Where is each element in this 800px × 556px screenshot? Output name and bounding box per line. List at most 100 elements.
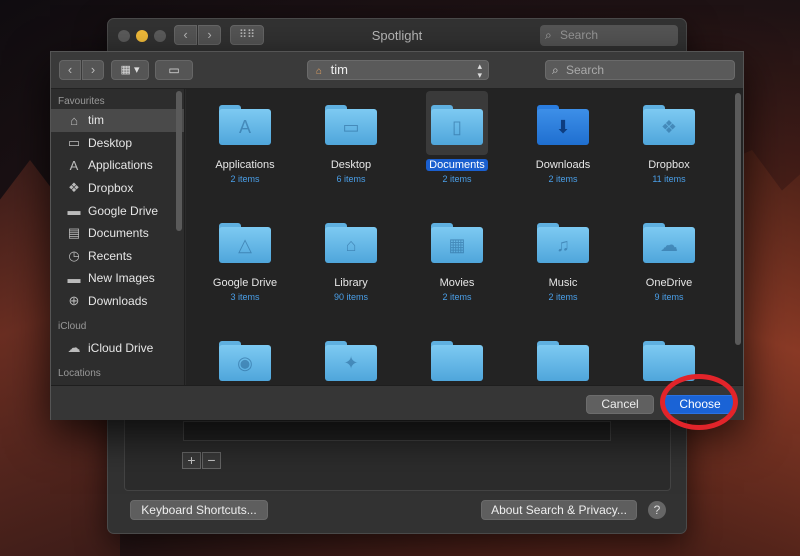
search-icon: ⌕ bbox=[545, 28, 552, 42]
file-name: Movies bbox=[439, 277, 475, 289]
folder-icon-wrapper bbox=[426, 327, 488, 385]
dialog-search-input[interactable]: ⌕ Search bbox=[545, 60, 735, 80]
search-icon: ⌕ bbox=[552, 63, 559, 77]
keyboard-shortcuts-button[interactable]: Keyboard Shortcuts... bbox=[130, 500, 268, 520]
sidebar-item-recents[interactable]: ◷ Recents bbox=[51, 245, 184, 268]
file-item[interactable]: △ Google Drive 3 items bbox=[192, 207, 298, 317]
movies-folder-icon: ▦ bbox=[431, 223, 483, 263]
dialog-nav: ‹ › bbox=[59, 60, 104, 80]
file-item[interactable]: ☁ OneDrive 9 items bbox=[616, 207, 722, 317]
sidebar-item-label: New Images bbox=[88, 271, 155, 286]
folder-icon-wrapper: ⌂ bbox=[320, 209, 382, 273]
sidebar-item-label: iCloud Drive bbox=[88, 340, 154, 355]
documents-folder-icon: ▯ bbox=[431, 105, 483, 145]
folder-icon: ▬ bbox=[67, 270, 81, 286]
sidebar-item-google-drive[interactable]: ▬ Google Drive bbox=[51, 199, 184, 222]
icon-view-icon: ▦ ▾ bbox=[120, 64, 140, 76]
sidebar-item-label: Google Drive bbox=[88, 203, 159, 218]
chevron-right-icon: › bbox=[90, 62, 96, 77]
sidebar-item-applications[interactable]: A Applications bbox=[51, 154, 184, 177]
sidebar-item-new-images[interactable]: ▬ New Images bbox=[51, 267, 184, 290]
sidebar-item-label: Documents bbox=[88, 226, 149, 241]
sidebar-item-icloud-drive[interactable]: ☁ iCloud Drive bbox=[51, 336, 184, 359]
cloud-icon: ☁ bbox=[67, 339, 81, 355]
icloud-heading: iCloud bbox=[58, 321, 87, 333]
file-item-count: 6 items bbox=[336, 174, 366, 184]
file-item[interactable]: ▦ Movies 2 items bbox=[404, 207, 510, 317]
dropbox-icon: ❖ bbox=[68, 180, 80, 196]
file-item-count: 2 items bbox=[442, 292, 472, 302]
file-name: Desktop bbox=[330, 159, 372, 171]
file-item[interactable]: ♫ Music 2 items bbox=[510, 207, 616, 317]
help-button[interactable]: ? bbox=[648, 501, 666, 519]
download-icon: ⊕ bbox=[68, 293, 80, 309]
view-mode-button[interactable]: ▦ ▾ bbox=[111, 60, 149, 80]
file-item[interactable] bbox=[510, 325, 616, 385]
downloads-folder-icon: ⬇ bbox=[537, 105, 589, 145]
file-item[interactable] bbox=[404, 325, 510, 385]
location-label: tim bbox=[330, 62, 349, 77]
file-name: Library bbox=[334, 277, 368, 289]
folder-icon-wrapper: ⬇ bbox=[532, 91, 594, 155]
home-icon: ⌂ bbox=[316, 66, 323, 77]
dialog-sidebar: Favourites ⌂ tim ▭ Desktop A Applications ❖ Dro… bbox=[51, 89, 185, 385]
cancel-button[interactable]: Cancel bbox=[586, 395, 654, 414]
sidebar-item-label: tim bbox=[88, 113, 104, 128]
google-drive-folder-icon: △ bbox=[219, 223, 271, 263]
spotlight-titlebar: ‹ › ⠿⠿ Spotlight ⌕ Search bbox=[108, 19, 686, 53]
file-name: Dropbox bbox=[648, 159, 690, 171]
sidebar-item-documents[interactable]: ▤ Documents bbox=[51, 222, 184, 245]
file-item-count: 2 items bbox=[548, 174, 578, 184]
file-item[interactable]: ⌂ Library 90 items bbox=[298, 207, 404, 317]
sidebar-item-desktop[interactable]: ▭ Desktop bbox=[51, 132, 184, 155]
folder-icon-wrapper: ☁ bbox=[638, 209, 700, 273]
search-placeholder: Search bbox=[560, 28, 599, 42]
spotlight-search-input[interactable]: ⌕ Search bbox=[540, 25, 678, 46]
file-item-count: 2 items bbox=[230, 174, 260, 184]
grid-scrollbar[interactable] bbox=[735, 93, 741, 345]
privacy-list[interactable] bbox=[183, 421, 611, 441]
folder-icon-wrapper: ✦ bbox=[320, 327, 382, 385]
file-item[interactable]: ▯ Documents 2 items bbox=[404, 89, 510, 199]
file-item[interactable]: ❖ Dropbox 11 items bbox=[616, 89, 722, 199]
sidebar-item-label: Applications bbox=[88, 158, 153, 173]
add-button[interactable]: + bbox=[182, 452, 201, 469]
file-item[interactable]: ◉ bbox=[192, 325, 298, 385]
file-grid: A Applications 2 items ▭ Desktop 6 items ▯ Docu… bbox=[186, 89, 743, 385]
file-name: Music bbox=[548, 277, 578, 289]
new-folder-button[interactable]: ▭ bbox=[155, 60, 193, 80]
public-folder-icon: ✦ bbox=[325, 341, 377, 381]
file-item-count: 90 items bbox=[333, 292, 368, 302]
favourites-heading: Favourites bbox=[58, 96, 105, 107]
sidebar-item-downloads[interactable]: ⊕ Downloads bbox=[51, 290, 184, 313]
back-button[interactable]: ‹ bbox=[59, 60, 81, 80]
clock-icon: ◷ bbox=[68, 247, 80, 263]
folder-icon-wrapper: A bbox=[214, 91, 276, 155]
folder-icon bbox=[537, 341, 589, 381]
file-item[interactable]: A Applications 2 items bbox=[192, 89, 298, 199]
file-item-count: 2 items bbox=[442, 174, 472, 184]
dialog-footer: Cancel Choose bbox=[51, 385, 743, 420]
remove-button[interactable]: − bbox=[202, 452, 221, 469]
folder-icon bbox=[431, 341, 483, 381]
folder-icon: ▬ bbox=[67, 203, 81, 219]
file-item[interactable]: ▭ Desktop 6 items bbox=[298, 89, 404, 199]
desktop-icon: ▭ bbox=[67, 134, 81, 150]
folder-icon-wrapper: ❖ bbox=[638, 91, 700, 155]
file-item[interactable]: ✦ bbox=[298, 325, 404, 385]
sidebar-scrollbar[interactable] bbox=[176, 91, 182, 231]
library-folder-icon: ⌂ bbox=[325, 223, 377, 263]
about-search-privacy-button[interactable]: About Search & Privacy... bbox=[481, 500, 637, 520]
location-popup[interactable]: ⌂ tim ▴ ▾ bbox=[307, 60, 489, 80]
forward-button[interactable]: › bbox=[82, 60, 104, 80]
sidebar-item-label: Downloads bbox=[88, 294, 148, 309]
sidebar-item-tim[interactable]: ⌂ tim bbox=[51, 109, 184, 132]
onedrive-folder-icon: ☁ bbox=[643, 223, 695, 263]
file-item-count: 11 items bbox=[652, 174, 686, 184]
file-item[interactable]: ⬇ Downloads 2 items bbox=[510, 89, 616, 199]
sidebar-item-label: Recents bbox=[88, 248, 133, 263]
sidebar-item-dropbox[interactable]: ❖ Dropbox bbox=[51, 177, 184, 200]
folder-icon-wrapper: ◉ bbox=[214, 327, 276, 385]
file-name: Documents bbox=[426, 159, 488, 171]
search-placeholder: Search bbox=[566, 63, 605, 77]
